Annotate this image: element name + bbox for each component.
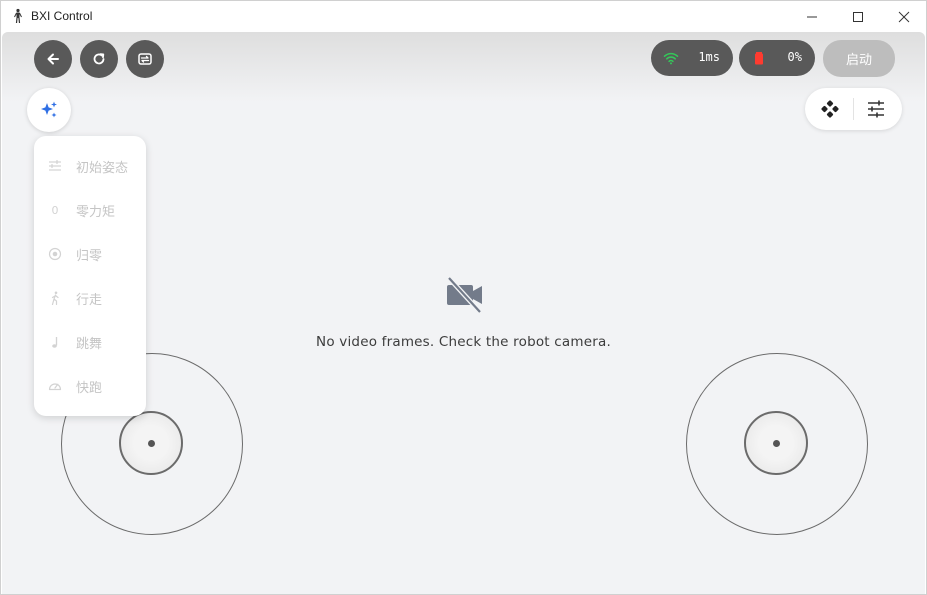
menu-item-zero-torque[interactable]: 0 零力矩 (34, 188, 146, 232)
no-video-message: No video frames. Check the robot camera. (316, 334, 611, 350)
refresh-button[interactable] (80, 40, 118, 78)
robot-figure-icon (14, 8, 22, 24)
close-icon (898, 11, 910, 22)
refresh-icon (93, 53, 105, 65)
switch-icon (138, 53, 152, 65)
battery-indicator: 0% (739, 40, 815, 76)
close-button[interactable] (881, 1, 926, 32)
gamepad-button[interactable] (819, 99, 841, 119)
left-joystick-knob[interactable] (119, 411, 183, 475)
battery-icon (755, 52, 763, 65)
menu-item-initial-pose[interactable]: 初始姿态 (34, 144, 146, 188)
right-joystick-knob[interactable] (744, 411, 808, 475)
right-joystick[interactable] (686, 353, 868, 535)
arrow-left-icon (47, 53, 59, 65)
control-options-group (805, 88, 902, 130)
minimize-icon (807, 16, 817, 17)
latency-value: 1ms (698, 50, 720, 64)
latency-indicator: 1ms (651, 40, 733, 76)
maximize-button[interactable] (835, 1, 881, 32)
wifi-icon (663, 52, 679, 65)
battery-value: 0% (787, 50, 802, 64)
target-icon (47, 246, 63, 262)
walk-icon (47, 290, 63, 306)
sliders-icon (868, 100, 884, 118)
control-canvas: 1ms 0% 启动 初始姿态 0 零力矩 归零 行走 跳舞 快跑 No vide… (2, 32, 925, 594)
video-off-icon (447, 276, 482, 314)
menu-item-sprint[interactable]: 快跑 (34, 364, 146, 408)
sliders-icon (47, 158, 63, 174)
start-button[interactable]: 启动 (823, 40, 895, 77)
mode-menu-toggle-button[interactable] (27, 88, 71, 132)
title-bar: BXI Control (1, 1, 926, 32)
settings-button[interactable] (865, 99, 887, 119)
speedometer-icon (47, 378, 63, 394)
app-window: BXI Control 1ms 0% 启动 初始姿态 0 零力矩 归零 行走 跳… (0, 0, 927, 595)
menu-item-walk[interactable]: 行走 (34, 276, 146, 320)
zero-icon: 0 (51, 203, 59, 217)
menu-item-reset-zero[interactable]: 归零 (34, 232, 146, 276)
minimize-button[interactable] (789, 1, 835, 32)
window-title: BXI Control (31, 9, 93, 23)
back-button[interactable] (34, 40, 72, 78)
sparkle-icon (41, 101, 57, 118)
switch-button[interactable] (126, 40, 164, 78)
gamepad-icon (821, 100, 839, 118)
mode-menu: 初始姿态 0 零力矩 归零 行走 跳舞 快跑 (34, 136, 146, 416)
maximize-icon (853, 11, 863, 22)
